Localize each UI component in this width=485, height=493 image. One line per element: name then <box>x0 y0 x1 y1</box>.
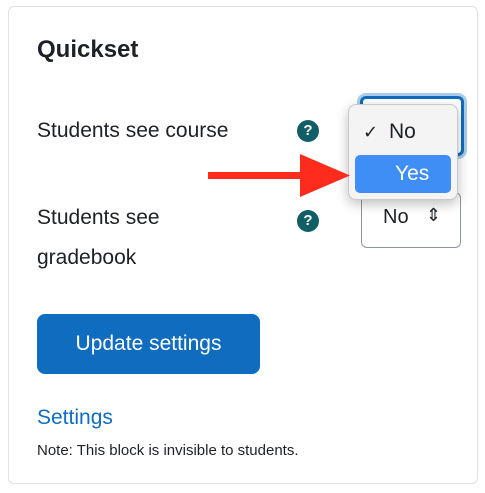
gradebook-visibility-label-line2: gradebook <box>37 246 137 269</box>
gradebook-select-value: No <box>383 206 409 228</box>
updown-chevron-icon: ⇕ <box>426 205 442 225</box>
gradebook-help-icon[interactable]: ? <box>297 210 319 232</box>
course-help-icon[interactable]: ? <box>297 120 319 142</box>
red-arrow-icon <box>208 154 350 197</box>
update-settings-button[interactable]: Update settings <box>37 314 260 374</box>
block-title: Quickset <box>37 36 139 63</box>
course-visibility-dropdown: ✓ No Yes <box>348 104 458 200</box>
dropdown-option-no-label: No <box>389 120 416 143</box>
checkmark-icon: ✓ <box>363 122 379 142</box>
gradebook-visibility-label-line1: Students see <box>37 206 160 229</box>
visibility-note: Note: This block is invisible to student… <box>37 442 299 459</box>
dropdown-option-yes-label: Yes <box>395 162 430 185</box>
course-visibility-label: Students see course <box>37 119 229 142</box>
dropdown-option-yes[interactable]: Yes <box>355 155 451 193</box>
gradebook-visibility-select[interactable]: No ⇕ <box>361 192 461 248</box>
dropdown-option-no[interactable]: ✓ No <box>355 113 451 151</box>
settings-link[interactable]: Settings <box>37 406 113 430</box>
